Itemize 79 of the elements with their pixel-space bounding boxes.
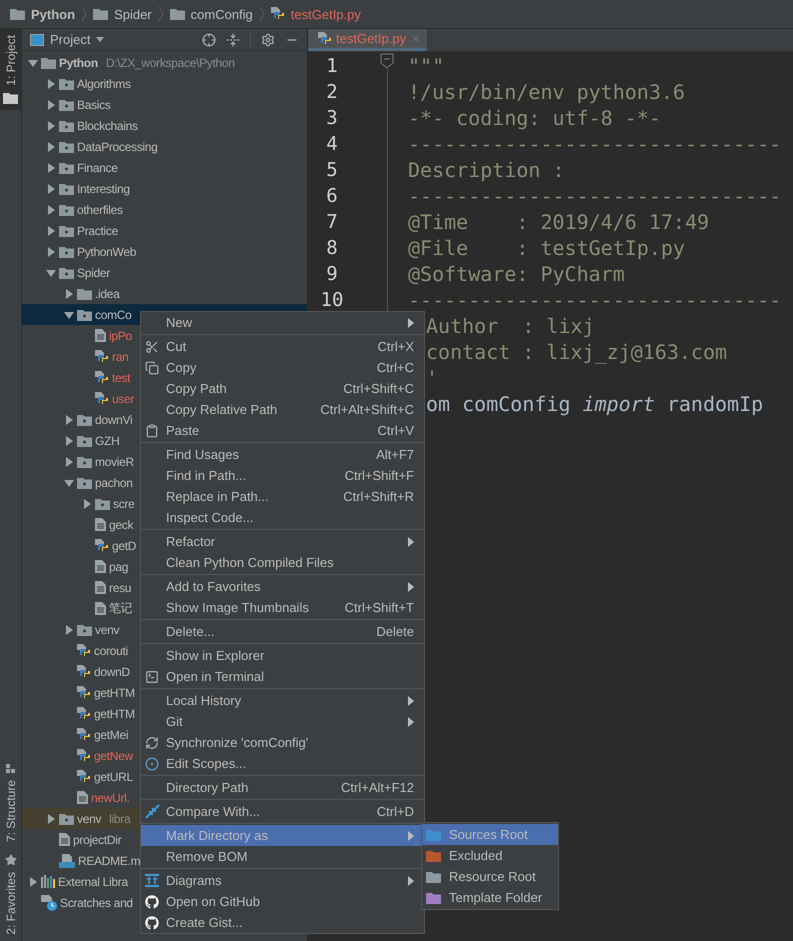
shortcut-label: Alt+F7 <box>376 447 414 462</box>
shortcut-label: Ctrl+Alt+F12 <box>341 780 414 795</box>
tree-item-label: pachon <box>95 476 133 490</box>
tree-item-label: Basics <box>77 98 111 112</box>
tree-item-label: ran <box>112 350 128 364</box>
tree-item-label: pag <box>109 560 128 574</box>
tree-item-label: movieR <box>95 454 134 468</box>
code-line: -*- coding: utf-8 -*- <box>408 106 661 130</box>
code-line: ------------------------------- <box>408 184 782 208</box>
shortcut-label: Ctrl+Alt+Shift+C <box>320 402 414 417</box>
code-line: om comConfig import randomIp <box>426 392 764 416</box>
tree-item-label: .idea <box>95 286 120 300</box>
tree-item-label: getHTM <box>94 686 135 700</box>
line-number: 10 <box>320 289 344 311</box>
shortcut-label: Ctrl+C <box>376 360 414 375</box>
tree-item-label: geck <box>109 518 134 532</box>
line-number: 5 <box>325 159 339 181</box>
line-number: 9 <box>325 263 339 285</box>
line-number: 8 <box>325 237 339 259</box>
code-line: ' <box>426 366 438 390</box>
tree-item-label: getNew <box>94 748 133 762</box>
code-line: @Time : 2019/4/6 17:49 <box>408 210 710 234</box>
code-line: @File : testGetIp.py <box>408 236 685 260</box>
code-line: """ <box>408 54 444 78</box>
shortcut-label: Ctrl+Shift+C <box>343 381 414 396</box>
tree-item-label: newUrl. <box>91 790 130 804</box>
tree-item-label: getURL <box>94 770 133 784</box>
code-line: ------------------------------- <box>408 132 782 156</box>
line-number: 1 <box>325 55 339 77</box>
code-line: @Software: PyCharm <box>408 262 625 286</box>
code-line: !/usr/bin/env python3.6 <box>408 80 685 104</box>
line-number: 6 <box>325 185 339 207</box>
shortcut-label: Ctrl+Shift+T <box>344 600 414 615</box>
line-number: 3 <box>325 107 339 129</box>
tree-item-note: D:\ZX_workspace\Python <box>106 56 235 70</box>
code-line: ------------------------------- <box>408 288 782 312</box>
tree-item-label: otherfiles <box>77 202 123 216</box>
line-number: 4 <box>325 133 339 155</box>
tree-item-label: comCo <box>95 308 132 322</box>
code-line: Author : lixj <box>426 314 595 338</box>
tree-item-label: DataProcessing <box>77 140 158 154</box>
tree-item-label: Blockchains <box>77 118 138 132</box>
tree-item-label: ipPo <box>109 328 132 342</box>
tree-item-label: venv <box>95 622 120 636</box>
tree-item-label: scre <box>113 496 134 510</box>
tree-item-label: getHTM <box>94 706 135 720</box>
tree-item-label: External Libra <box>58 874 128 888</box>
tree-item-label: Finance <box>77 160 118 174</box>
tree-item-label: Practice <box>77 224 118 238</box>
tree-item-label: Scratches and <box>60 896 133 910</box>
tree-item-label: projectDir <box>73 832 122 846</box>
tree-item-label: Interesting <box>77 182 130 196</box>
tree-item-label: Spider <box>77 266 110 280</box>
tree-item-label: getD <box>112 538 136 552</box>
tree-item-label: Algorithms <box>77 76 131 90</box>
tree-item-label: 笔记 <box>109 600 132 617</box>
tree-item-label: test <box>112 370 130 384</box>
tree-item-label: GZH <box>95 434 120 448</box>
tree-item-label: venv <box>77 812 102 826</box>
line-number: 2 <box>325 81 339 103</box>
tree-item-label: PythonWeb <box>77 244 136 258</box>
shortcut-label: Ctrl+V <box>378 423 414 438</box>
code-line: contact : lixj_zj@163.com <box>426 340 728 364</box>
shortcut-label: Delete <box>376 624 414 639</box>
shortcut-label: Ctrl+D <box>376 804 414 819</box>
line-number: 7 <box>325 211 339 233</box>
tree-item-label: corouti <box>94 644 128 658</box>
tree-item-label: resu <box>109 580 132 594</box>
tree-item-label: downD <box>94 664 130 678</box>
tree-item-label: getMei <box>94 728 128 742</box>
tree-item-note: libra <box>109 812 130 826</box>
tree-item-label: downVi <box>95 412 132 426</box>
shortcut-label: Ctrl+Shift+R <box>343 489 414 504</box>
tree-item-label: README.m <box>78 854 140 868</box>
shortcut-label: Ctrl+Shift+F <box>344 468 414 483</box>
tree-item-label: user <box>112 392 134 406</box>
tree-item-label: Python <box>59 56 98 70</box>
shortcut-label: Ctrl+X <box>378 339 414 354</box>
code-line: Description : <box>408 158 565 182</box>
